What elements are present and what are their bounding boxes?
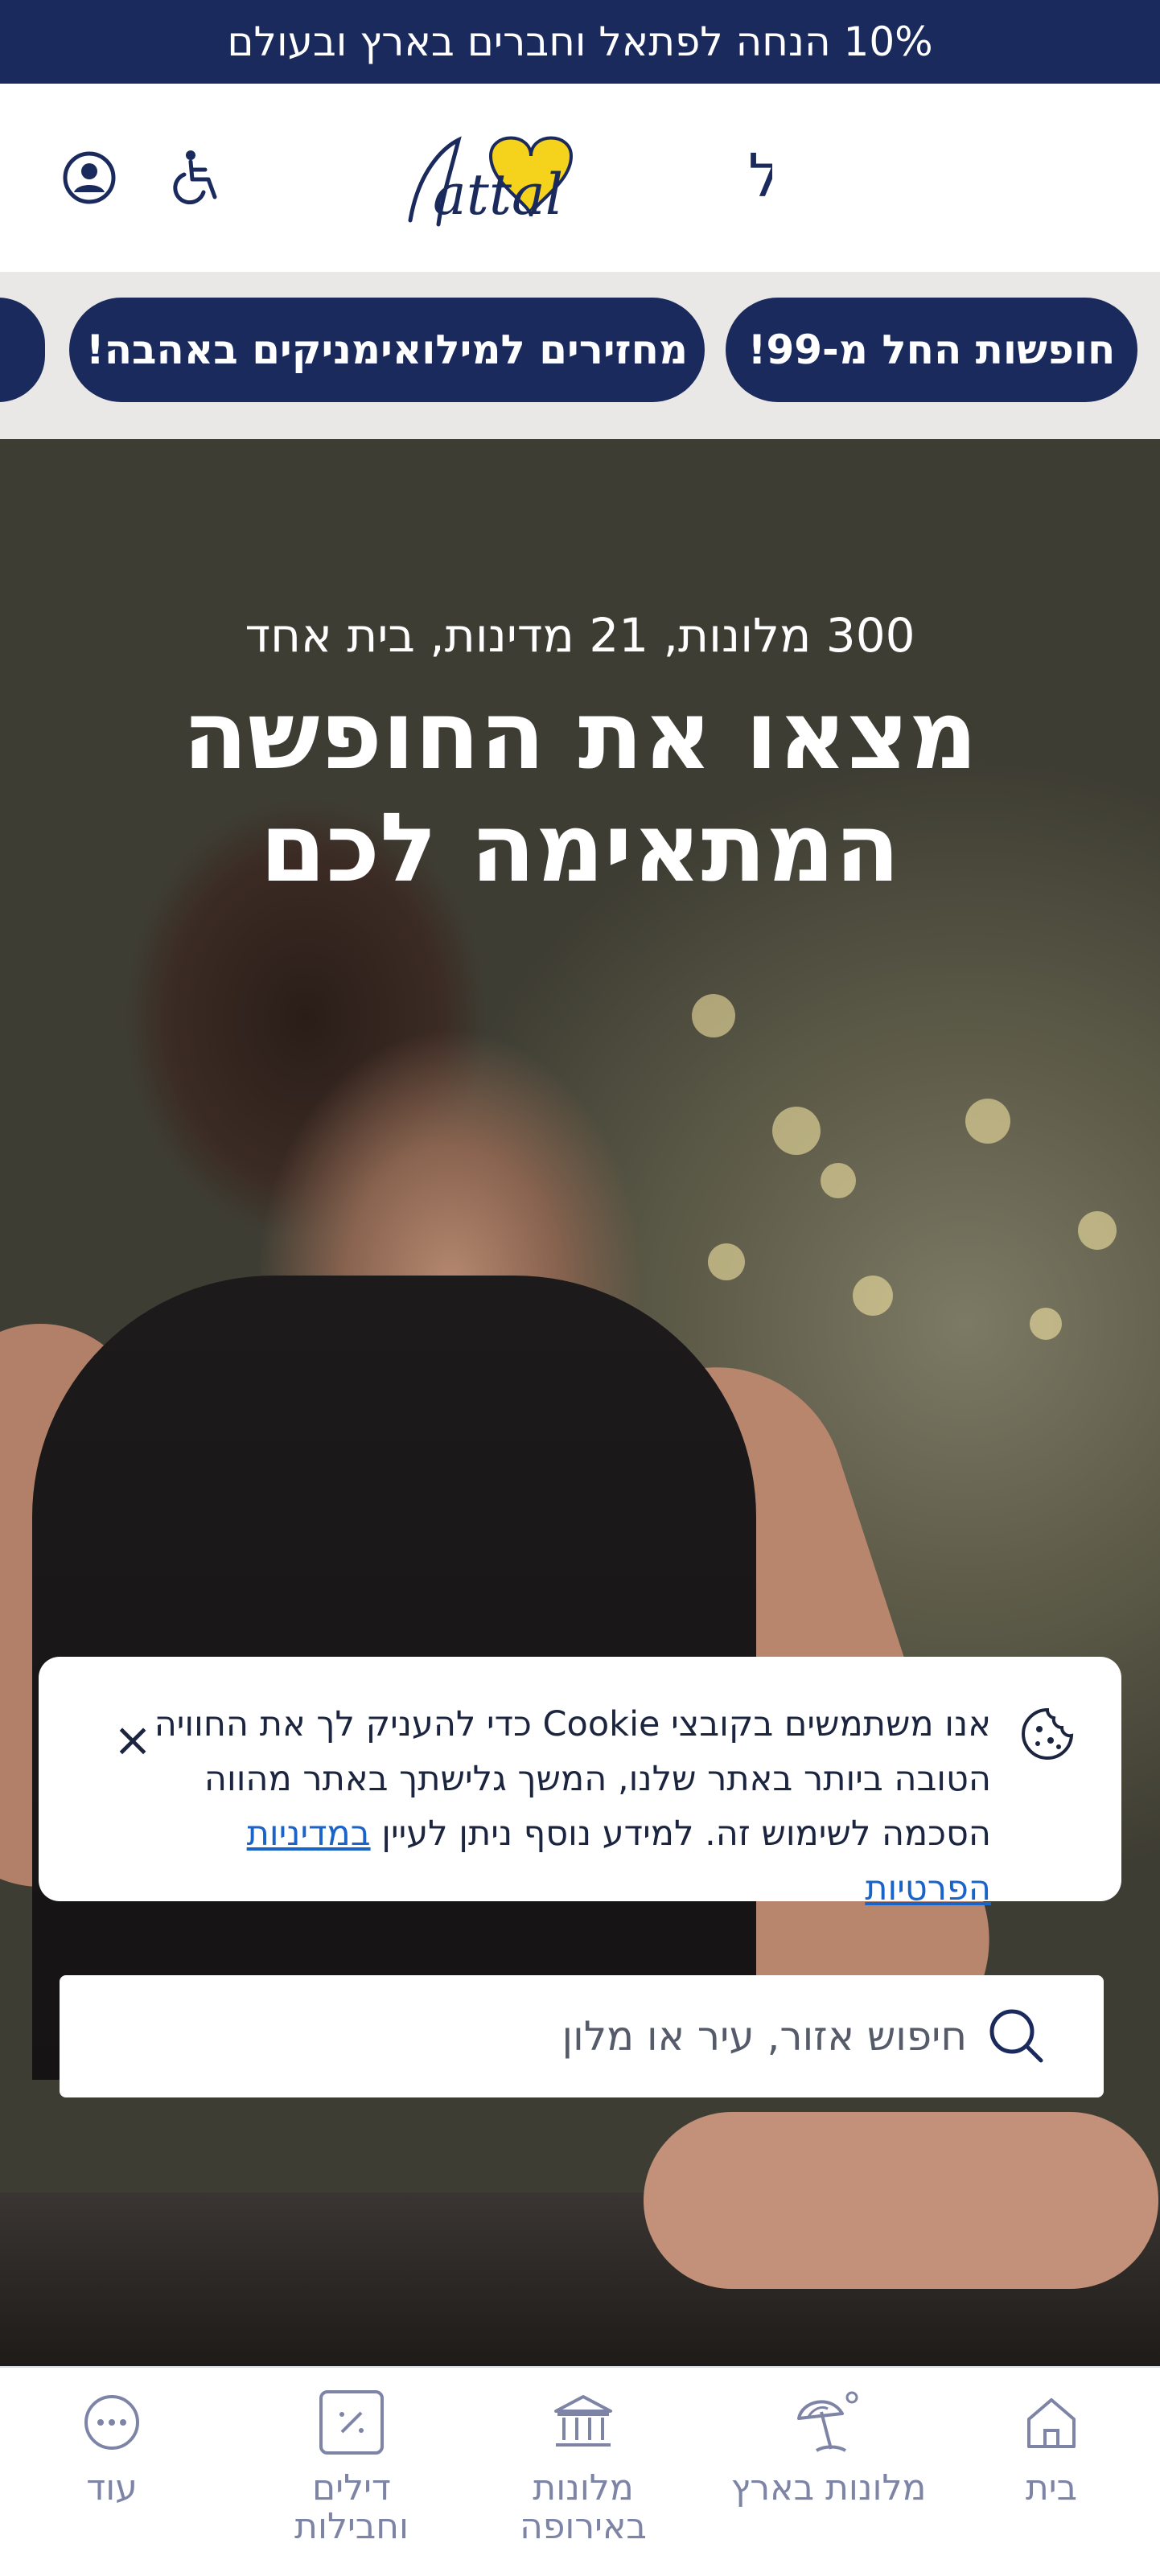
accessibility-button[interactable]	[161, 142, 233, 214]
nav-item-europe-hotels[interactable]: מלונות באירופה	[475, 2384, 692, 2569]
site-header: attal פתאל	[0, 84, 1160, 272]
hero-figure-hand	[644, 2112, 1158, 2289]
nav-label-home: בית	[1025, 2467, 1078, 2508]
nav-label-israel-hotels: מלונות בארץ	[730, 2467, 927, 2508]
nav-label-europe-hotels: מלונות באירופה	[520, 2469, 647, 2546]
home-icon	[1027, 2398, 1076, 2448]
svg-text:פתאל: פתאל	[748, 142, 772, 211]
beach-umbrella-icon	[797, 2391, 858, 2452]
bokeh-light	[821, 1163, 856, 1198]
bokeh-light	[1030, 1308, 1062, 1340]
hero-title-line-1: מצאו את החופשה	[182, 680, 978, 791]
more-dots-icon	[84, 2395, 139, 2450]
chip-partial[interactable]	[0, 298, 45, 402]
bottom-navigation: בית מלונות בארץ מלונות באירופה דילים וחב…	[0, 2366, 1160, 2576]
percent-tag-icon	[319, 2390, 384, 2455]
bokeh-light	[708, 1243, 745, 1280]
svg-text:attal: attal	[433, 162, 563, 228]
fattal-logo[interactable]: attal פתאל	[394, 124, 898, 236]
nav-item-israel-hotels[interactable]: מלונות בארץ	[708, 2384, 949, 2569]
nav-item-deals[interactable]: דילים וחבילות	[243, 2384, 460, 2569]
hero-title: מצאו את החופשה המתאימה לכם	[0, 679, 1160, 904]
cookie-banner: אנו משתמשים בקובצי Cookie כדי להעניק לך …	[39, 1657, 1121, 1908]
promo-bar[interactable]: 10% הנחה לפתאל וחברים בארץ ובעולם	[0, 0, 1160, 84]
hero-text: 300 מלונות, 21 מדינות, בית אחד מצאו את ה…	[0, 608, 1160, 904]
wheelchair-icon	[173, 150, 217, 205]
bokeh-light	[692, 994, 735, 1037]
promo-chips-strip[interactable]: חופשות החל מ-99! מחזירים למילואימניקים ב…	[0, 272, 1160, 439]
hero-title-line-2: המתאימה לכם	[260, 792, 900, 903]
bokeh-light	[965, 1099, 1010, 1144]
nav-label-more: עוד	[86, 2467, 138, 2508]
promo-text: 10% הנחה לפתאל וחברים בארץ ובעולם	[227, 18, 933, 65]
chip-holidays-from-99[interactable]: חופשות החל מ-99!	[726, 298, 1137, 402]
nav-item-more[interactable]: עוד	[3, 2384, 220, 2569]
nav-label-europe-line-2: באירופה	[520, 2506, 647, 2547]
nav-item-home[interactable]: בית	[943, 2384, 1160, 2569]
hero-subtitle: 300 מלונות, 21 מדינות, בית אחד	[245, 608, 915, 663]
close-icon: ×	[113, 1712, 153, 1767]
chip-reservists[interactable]: מחזירים למילואימניקים באהבה!	[69, 298, 705, 402]
nav-label-deals-line-1: דילים	[312, 2467, 391, 2508]
bank-building-icon	[554, 2395, 612, 2447]
cookie-icon	[1022, 1707, 1074, 1760]
nav-label-europe-line-1: מלונות	[533, 2467, 634, 2508]
search-input[interactable]	[162, 1999, 967, 2073]
nav-label-deals: דילים וחבילות	[294, 2469, 409, 2546]
close-cookie-button[interactable]: ×	[88, 1695, 177, 1784]
search-icon	[989, 2009, 1043, 2063]
user-icon	[63, 151, 116, 204]
cookie-message: אנו משתמשים בקובצי Cookie כדי להעניק לך …	[138, 1697, 991, 1916]
search-box[interactable]	[60, 1975, 1104, 2097]
bokeh-light	[772, 1107, 821, 1155]
bokeh-light	[853, 1276, 893, 1316]
user-account-button[interactable]	[53, 142, 125, 214]
nav-label-deals-line-2: וחבילות	[294, 2506, 409, 2547]
bokeh-light	[1078, 1211, 1117, 1250]
